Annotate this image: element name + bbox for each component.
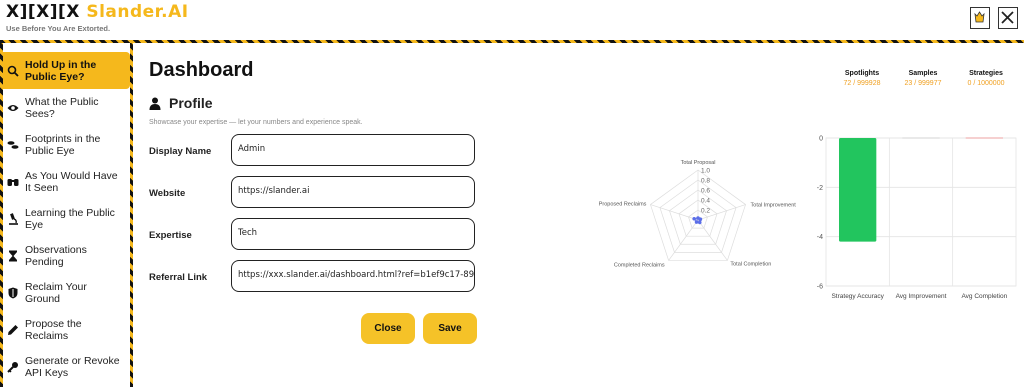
sidebar-item-hold-up[interactable]: Hold Up in the Public Eye? [3,52,130,89]
bar-chart: 0 -2 -4 -6 Strategy Accuracy Avg Improvement A… [817,136,1017,300]
expertise-label: Expertise [149,230,192,241]
stat-value: 23 / 999977 [904,80,942,87]
radar-point [698,217,703,222]
bar-y-tick-label: -2 [817,185,823,192]
sidebar-item-label: Observations Pending [25,243,87,268]
sidebar-item-observations[interactable]: Observations Pending [3,237,130,274]
radar-tick-label: 0.6 [701,188,710,195]
sidebar-item-api-keys[interactable]: Generate or Revoke API Keys [3,348,130,385]
profile-subtitle: Showcase your expertise — let your numbe… [149,119,363,126]
crown-icon [972,10,987,25]
sidebar-item-label: Learning the Public Eye [25,206,115,231]
header: X][X][X Slander.AI Use Before You Are Ex… [0,0,1024,41]
sidebar-item-label: Reclaim Your Ground [25,280,87,305]
bar-x-tick-label: Avg Improvement [896,293,947,300]
save-button[interactable]: Save [423,313,477,344]
radar-axis-label: Proposed Reclaims [599,202,647,208]
page-title: Dashboard [149,59,254,81]
stat-value: 72 / 999928 [843,80,881,87]
footprints-icon [6,138,20,152]
eye-icon [6,101,20,115]
stat-label: Strategies [969,70,1003,77]
radar-tick-label: 0.2 [701,208,710,215]
close-button[interactable] [998,7,1018,29]
sidebar-item-what-public-sees[interactable]: What the Public Sees? [3,89,130,126]
display-name-field[interactable]: Admin [231,134,475,166]
bar-x-tick-label: Strategy Accuracy [831,293,884,300]
logo[interactable]: X][X][X Slander.AI [6,2,189,22]
sidebar-item-label: What the Public Sees? [25,95,99,120]
sidebar: Hold Up in the Public Eye? What the Publi… [3,52,130,385]
radar-point [694,220,699,224]
bar-y-tick-label: -4 [817,234,823,241]
radar-chart: 1.0 0.8 0.6 0.4 0.2 Total Proposal Total Impro… [599,160,797,268]
radar-tick-label: 0.4 [701,198,710,205]
shield-icon [6,286,20,300]
close-icon [1001,11,1014,24]
stat-spotlights: Spotlights 72 / 999928 [827,70,897,87]
bar-y-tick-label: -6 [817,284,823,291]
sidebar-item-as-you-would[interactable]: As You Would Have It Seen [3,163,130,200]
stat-samples: Samples 23 / 999977 [893,70,953,87]
sidebar-item-propose[interactable]: Propose the Reclaims [3,311,130,348]
sidebar-item-label: Propose the Reclaims [25,317,82,342]
radar-axis-label: Total Completion [730,261,771,267]
radar-tick-label: 0.8 [701,178,710,185]
referral-link-label: Referral Link [149,272,208,283]
sidebar-item-reclaim[interactable]: Reclaim Your Ground [3,274,130,311]
search-icon [6,64,20,78]
profile-heading: Profile [149,95,213,111]
bar-y-tick-label: 0 [819,136,823,143]
stat-value: 0 / 1000000 [967,80,1005,87]
stat-label: Samples [908,70,938,77]
sidebar-item-footprints[interactable]: Footprints in the Public Eye [3,126,130,163]
radar-point [697,220,702,225]
radar-point [692,216,696,221]
sidebar-item-label: Footprints in the Public Eye [25,132,101,157]
user-icon [149,97,161,110]
expertise-field[interactable]: Tech [231,218,475,250]
settings-button[interactable] [970,7,990,29]
tagline: Use Before You Are Extorted. [6,24,111,33]
radar-axis-label: Completed Reclaims [614,262,665,268]
sidebar-item-label: Hold Up in the Public Eye? [25,58,97,83]
sidebar-item-label: As You Would Have It Seen [25,169,118,194]
logo-brand: Slander.AI [86,2,189,22]
radar-tick-label: 1.0 [701,168,710,175]
logo-prefix: X][X][X [6,2,80,22]
stat-label: Spotlights [844,70,880,77]
radar-axis-label: Total Improvement [751,203,797,209]
sidebar-item-label: Generate or Revoke API Keys [25,354,120,379]
hourglass-icon [6,249,20,263]
display-name-label: Display Name [149,146,212,157]
radar-axis-label: Total Proposal [681,160,716,166]
sidebar-item-learning[interactable]: Learning the Public Eye [3,200,130,237]
website-field[interactable]: https://slander.ai [231,176,475,208]
close-button[interactable]: Close [361,313,415,344]
stat-strategies: Strategies 0 / 1000000 [955,70,1017,87]
referral-link-field[interactable]: https://xxx.slander.ai/dashboard.html?re… [231,260,475,292]
pen-icon [6,323,20,337]
bar [839,138,877,242]
bar-x-tick-label: Avg Completion [961,293,1007,300]
binoculars-icon [6,175,20,189]
key-icon [6,360,20,374]
website-label: Website [149,188,186,199]
microscope-icon [6,212,20,226]
